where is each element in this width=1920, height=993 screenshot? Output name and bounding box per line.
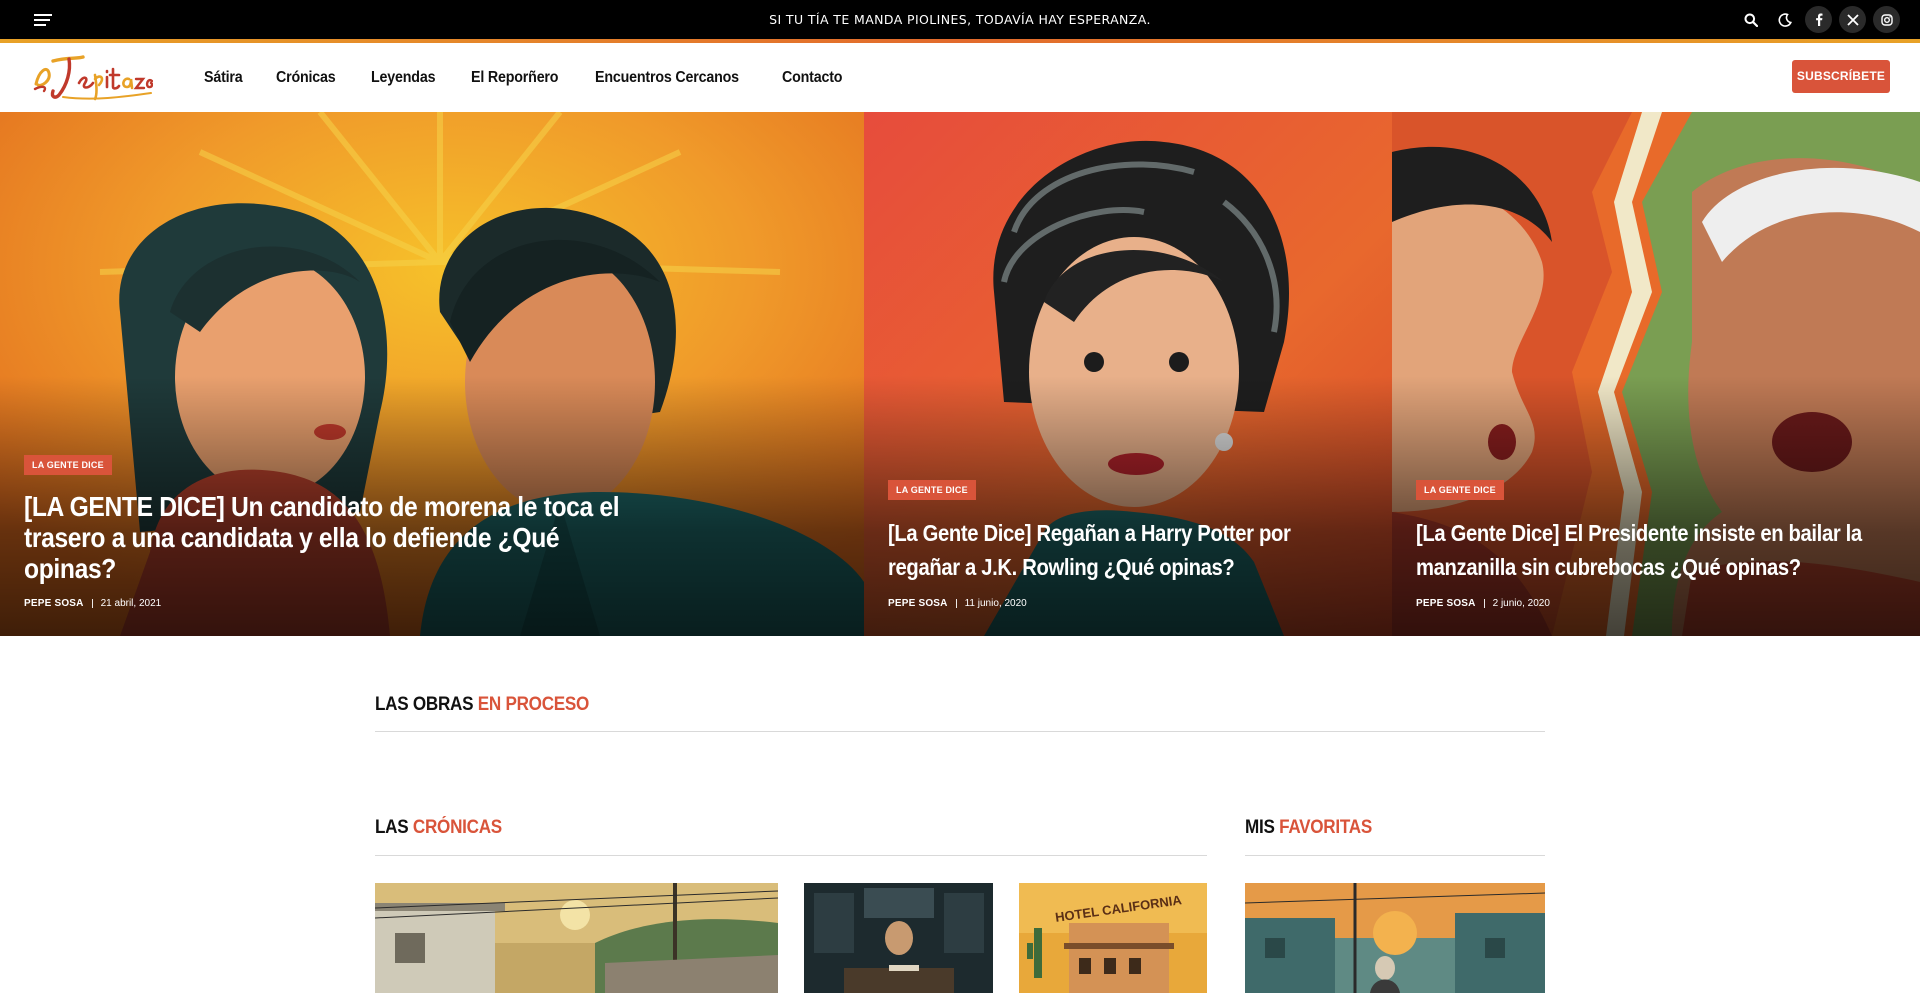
hero-card-3[interactable]: LA GENTE DICE [La Gente Dice] El Preside…	[1392, 112, 1920, 636]
nav-leyendas[interactable]: Leyendas	[371, 69, 435, 87]
post-thumbnail-sunset-street[interactable]	[1245, 883, 1545, 993]
post-date: 2 junio, 2020	[1492, 598, 1550, 609]
hero-card-3-title[interactable]: [La Gente Dice] El Presidente insiste en…	[1416, 516, 1882, 584]
nav-contacto[interactable]: Contacto	[782, 69, 843, 87]
section-title-obras: LAS OBRAS EN PROCESO	[375, 694, 589, 716]
category-badge[interactable]: LA GENTE DICE	[24, 455, 112, 475]
nav-cronicas[interactable]: Crónicas	[276, 69, 336, 87]
moon-icon[interactable]	[1771, 6, 1798, 33]
section-title-lead: MIS	[1245, 817, 1275, 838]
section-title-favoritas: MIS FAVORITAS	[1245, 817, 1372, 839]
nav-el-reporenero[interactable]: El Reporñero	[471, 69, 559, 87]
instagram-icon[interactable]	[1873, 6, 1900, 33]
site-header: Sátira Crónicas Leyendas El Reporñero En…	[0, 43, 1920, 112]
meta-separator	[955, 599, 957, 608]
post-thumbnail-street[interactable]	[375, 883, 778, 993]
hero-card-2-title[interactable]: [La Gente Dice] Regañan a Harry Potter p…	[888, 516, 1354, 584]
post-meta: PEPE SOSA 2 junio, 2020	[1416, 598, 1896, 609]
section-title-lead: LAS	[375, 817, 409, 838]
subscribe-button[interactable]: SUBSCRÍBETE	[1792, 60, 1890, 93]
meta-separator	[91, 599, 93, 608]
section-title-lead: LAS OBRAS	[375, 694, 474, 715]
top-bar: SI TU TÍA TE MANDA PIOLINES, TODAVÍA HAY…	[0, 0, 1920, 39]
menu-icon[interactable]	[34, 14, 52, 26]
nav-encuentros-cercanos[interactable]: Encuentros Cercanos	[595, 69, 739, 87]
site-logo[interactable]	[33, 51, 154, 103]
nav-satira[interactable]: Sátira	[204, 69, 243, 87]
post-meta: PEPE SOSA 11 junio, 2020	[888, 598, 1368, 609]
section-divider	[375, 731, 1545, 732]
post-date: 21 abril, 2021	[100, 598, 162, 609]
x-icon[interactable]	[1839, 6, 1866, 33]
section-divider	[1245, 855, 1545, 856]
search-icon[interactable]	[1737, 6, 1764, 33]
post-meta: PEPE SOSA 21 abril, 2021	[24, 598, 704, 609]
section-title-accent: CRÓNICAS	[412, 817, 502, 838]
hero-card-1-body: LA GENTE DICE [LA GENTE DICE] Un candida…	[24, 455, 704, 609]
post-author[interactable]: PEPE SOSA	[24, 598, 84, 609]
hero-grid: LA GENTE DICE [LA GENTE DICE] Un candida…	[0, 112, 1920, 636]
hero-card-1-title[interactable]: [LA GENTE DICE] Un candidato de morena l…	[24, 491, 658, 584]
hero-card-2-body: LA GENTE DICE [La Gente Dice] Regañan a …	[888, 480, 1368, 609]
hero-card-3-body: LA GENTE DICE [La Gente Dice] El Preside…	[1416, 480, 1896, 609]
post-author[interactable]: PEPE SOSA	[888, 598, 948, 609]
post-author[interactable]: PEPE SOSA	[1416, 598, 1476, 609]
post-thumbnail-office[interactable]	[804, 883, 993, 993]
section-title-cronicas: LAS CRÓNICAS	[375, 817, 502, 839]
hero-card-2[interactable]: LA GENTE DICE [La Gente Dice] Regañan a …	[864, 112, 1392, 636]
section-divider	[375, 855, 1207, 856]
section-title-accent: FAVORITAS	[1279, 817, 1372, 838]
main-nav: Sátira Crónicas Leyendas El Reporñero En…	[204, 43, 847, 112]
facebook-icon[interactable]	[1805, 6, 1832, 33]
top-icons	[1737, 6, 1900, 33]
category-badge[interactable]: LA GENTE DICE	[1416, 480, 1504, 500]
post-thumbnail-hotel[interactable]: HOTEL CALIFORNIA	[1019, 883, 1207, 993]
post-date: 11 junio, 2020	[964, 598, 1027, 609]
site-tagline: SI TU TÍA TE MANDA PIOLINES, TODAVÍA HAY…	[769, 12, 1151, 27]
category-badge[interactable]: LA GENTE DICE	[888, 480, 976, 500]
hero-card-1[interactable]: LA GENTE DICE [LA GENTE DICE] Un candida…	[0, 112, 864, 636]
section-title-accent: EN PROCESO	[477, 694, 590, 715]
meta-separator	[1483, 599, 1485, 608]
